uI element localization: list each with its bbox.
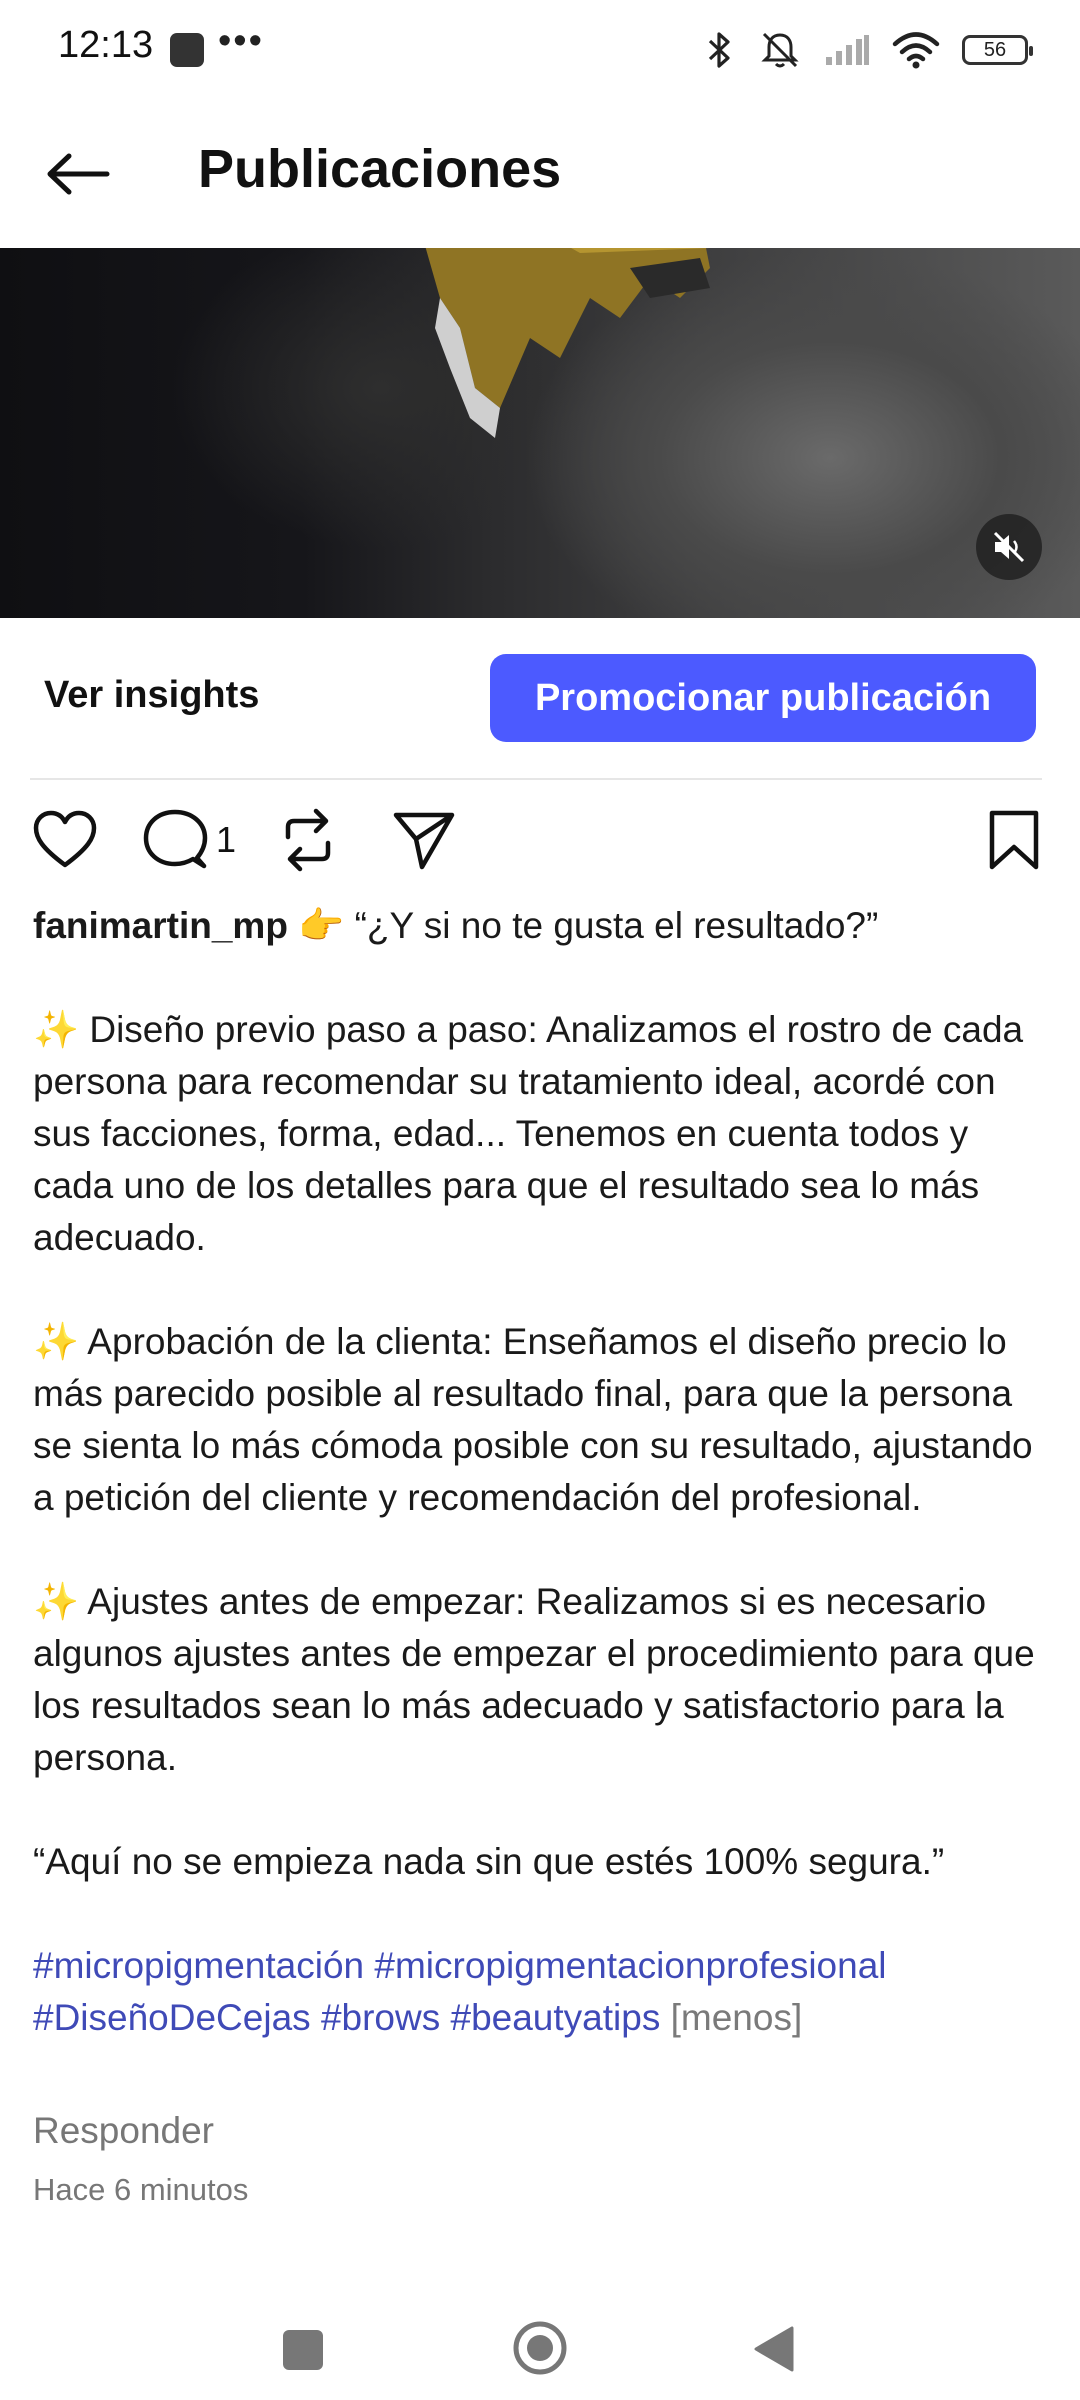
system-nav-bar <box>0 2290 1080 2400</box>
reply-button[interactable]: Responder <box>33 2110 214 2152</box>
mute-bell-icon <box>761 32 799 68</box>
hashtags: #micropigmentación #micropigmentacionpro… <box>33 1940 1043 2044</box>
status-icons: 56 <box>702 26 1033 74</box>
header: Publicaciones <box>0 100 1080 248</box>
recent-apps-button[interactable] <box>283 2330 323 2370</box>
username[interactable]: fanimartin_mp <box>33 905 288 946</box>
comment-icon <box>143 809 208 869</box>
hashtag-link[interactable]: #brows <box>321 1997 440 2038</box>
promote-post-button[interactable]: Promocionar publicación <box>490 654 1036 742</box>
caption-paragraph-1: ✨ Diseño previo paso a paso: Analizamos … <box>33 1009 1024 1258</box>
repost-button[interactable] <box>278 800 338 880</box>
speaker-muted-icon <box>993 531 1025 563</box>
battery-level: 56 <box>983 38 1007 61</box>
caption-paragraph-2: ✨ Aprobación de la clienta: Enseñamos el… <box>33 1321 1033 1518</box>
mute-button[interactable] <box>976 514 1042 580</box>
comment-count: 1 <box>216 819 237 860</box>
wifi-icon <box>892 32 940 69</box>
divider <box>30 778 1042 780</box>
hashtag-link[interactable]: #micropigmentacionprofesional <box>374 1945 886 1986</box>
app-notification-icon <box>170 33 204 67</box>
media-image <box>425 248 710 438</box>
status-bar: 12:13 ••• 56 <box>0 0 1080 100</box>
back-button[interactable] <box>40 138 116 210</box>
heart-icon <box>33 810 97 868</box>
save-button[interactable] <box>986 800 1042 880</box>
like-button[interactable] <box>32 800 98 880</box>
post-caption: fanimartin_mp 👉 “¿Y si no te gusta el re… <box>33 900 1043 2044</box>
caption-quote: “Aquí no se empieza nada sin que estés 1… <box>33 1841 945 1882</box>
back-arrow-icon <box>47 153 110 195</box>
send-icon <box>393 812 455 870</box>
view-insights-link[interactable]: Ver insights <box>44 674 259 717</box>
hashtag-link[interactable]: #beautyatips <box>451 1997 661 2038</box>
post-actions: 1 <box>0 800 1080 880</box>
repost-icon <box>285 808 331 872</box>
signal-icon <box>826 35 869 65</box>
bluetooth-icon <box>708 32 730 68</box>
hashtag-link[interactable]: #micropigmentación <box>33 1945 364 1986</box>
battery-icon: 56 <box>962 35 1033 65</box>
more-notifications-icon: ••• <box>218 20 264 62</box>
status-time: 12:13 <box>58 24 154 66</box>
home-button[interactable] <box>512 2320 568 2376</box>
page-title: Publicaciones <box>198 139 562 199</box>
post-timestamp: Hace 6 minutos <box>33 2172 249 2207</box>
hashtag-link[interactable]: #DiseñoDeCejas <box>33 1997 311 2038</box>
post-media[interactable] <box>0 248 1080 618</box>
caption-paragraph-3: ✨ Ajustes antes de empezar: Realizamos s… <box>33 1581 1035 1778</box>
bookmark-icon <box>989 810 1039 870</box>
insights-row: Ver insights Promocionar publicación <box>0 618 1080 778</box>
caption-first-line: fanimartin_mp 👉 “¿Y si no te gusta el re… <box>33 900 1043 952</box>
comment-button[interactable]: 1 <box>142 800 236 880</box>
share-button[interactable] <box>392 800 456 880</box>
caption-headline: 👉 “¿Y si no te gusta el resultado?” <box>298 905 879 946</box>
show-less-link[interactable]: [menos] <box>671 1997 803 2038</box>
nav-back-button[interactable] <box>752 2324 796 2374</box>
